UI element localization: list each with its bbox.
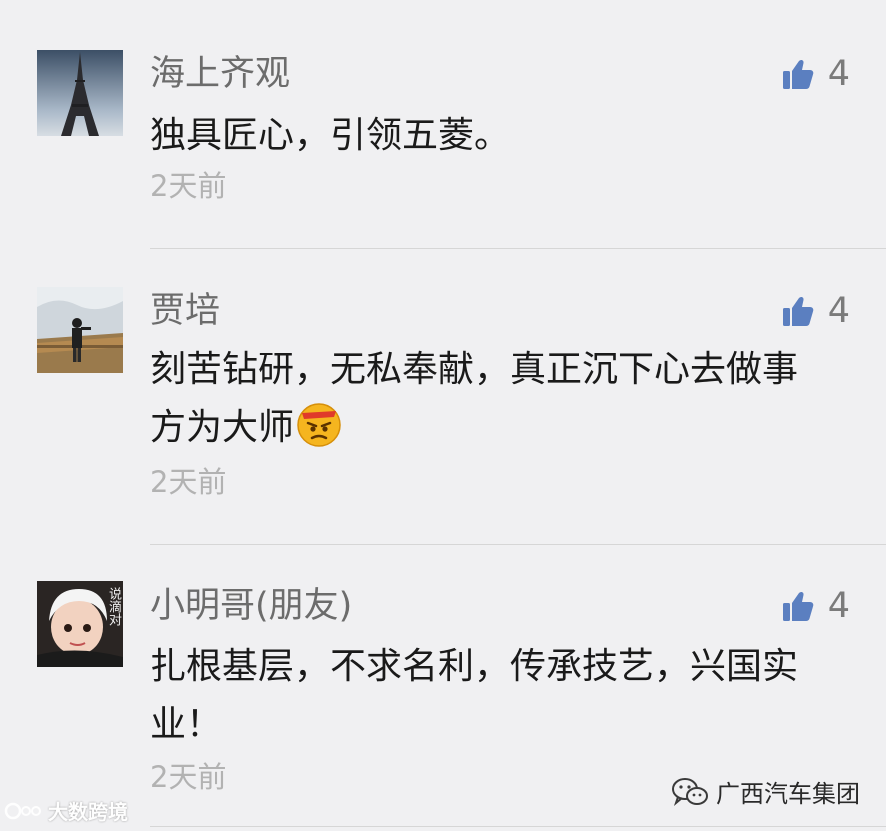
avatar[interactable]: [37, 50, 123, 136]
person-on-boardwalk-photo: [37, 287, 123, 373]
angry-face-emoji: [296, 401, 342, 465]
comment-text: 刻苦钻研，无私奉献，真正沉下心去做事方为大师: [150, 341, 830, 465]
brand-mark-icon: [4, 802, 41, 819]
comment-text-body: 刻苦钻研，无私奉献，真正沉下心去做事方为大师: [150, 349, 799, 448]
like-count: 4: [827, 586, 850, 626]
divider: [150, 826, 886, 827]
watermark-left-text: 大数跨境: [48, 800, 128, 824]
thumbs-up-icon: [782, 59, 814, 89]
thumbs-up-icon: [782, 591, 814, 621]
watermark-right-text: 广西汽车集团: [716, 780, 860, 808]
like-button[interactable]: 4: [782, 584, 850, 628]
avatar[interactable]: 说滴对: [37, 581, 123, 667]
like-button[interactable]: 4: [782, 289, 850, 333]
watermark-logo-left: 大数跨境: [4, 796, 128, 825]
like-button[interactable]: 4: [782, 52, 850, 96]
watermark-account: 广西汽车集团: [672, 774, 860, 809]
like-count: 4: [827, 54, 850, 94]
comment-text: 独具匠心，引领五菱。: [150, 115, 511, 156]
comment-time: 2天前: [150, 169, 227, 203]
avatar-caption: 说滴对: [106, 587, 121, 626]
thumbs-up-icon: [782, 296, 814, 326]
comment-text: 扎根基层，不求名利，传承技艺，兴国实业！: [150, 646, 799, 745]
divider: [150, 544, 886, 545]
comment-time: 2天前: [150, 760, 227, 794]
avatar[interactable]: [37, 287, 123, 373]
eiffel-tower-photo: [37, 50, 123, 136]
comment-time: 2天前: [150, 465, 227, 499]
wechat-icon: [672, 777, 708, 806]
like-count: 4: [827, 291, 850, 331]
commenter-name[interactable]: 海上齐观: [150, 52, 290, 96]
commenter-name[interactable]: 贾培: [150, 289, 220, 333]
commenter-name[interactable]: 小明哥(朋友): [150, 584, 352, 628]
divider: [150, 248, 886, 249]
